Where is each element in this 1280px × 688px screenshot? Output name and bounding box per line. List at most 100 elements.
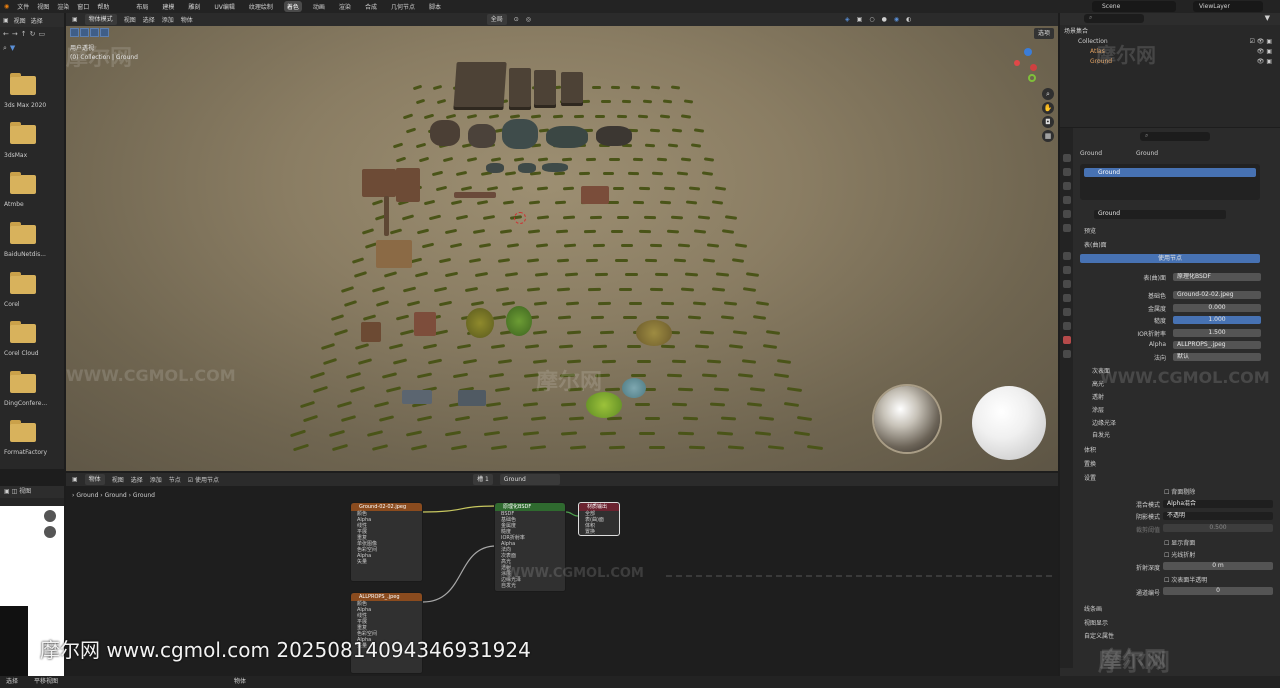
- subsurface-translucency-checkbox[interactable]: ☐ 次表面半透明: [1164, 575, 1207, 584]
- visibility-eye-icon[interactable]: 👁 ▣: [1257, 48, 1272, 55]
- visibility-eye-icon[interactable]: 👁 ▣: [1257, 58, 1272, 65]
- tab-geometry-nodes[interactable]: 几何节点: [388, 1, 418, 12]
- show-backface-checkbox[interactable]: ☐ 显示背面: [1164, 538, 1195, 547]
- refresh-icon[interactable]: ↻: [30, 30, 36, 38]
- properties-search[interactable]: ⌕: [1140, 132, 1210, 141]
- rock[interactable]: [502, 119, 538, 149]
- rock[interactable]: [518, 163, 536, 173]
- use-nodes-checkbox[interactable]: ☑ 使用节点: [188, 475, 219, 484]
- tab-scripting[interactable]: 脚本: [426, 1, 444, 12]
- tab-sculpt[interactable]: 雕刻: [185, 1, 203, 12]
- wooden-hut[interactable]: [414, 312, 436, 336]
- wooden-fence[interactable]: [454, 192, 496, 198]
- folder-icon[interactable]: [10, 371, 36, 393]
- options-dropdown[interactable]: 选项: [1033, 28, 1054, 39]
- folder-icon[interactable]: [10, 73, 36, 95]
- vp-menu-select[interactable]: 选择: [143, 15, 155, 24]
- metallic-field[interactable]: 0.000: [1173, 304, 1261, 312]
- wooden-hut[interactable]: [362, 169, 396, 197]
- shading-rendered-icon[interactable]: ◐: [906, 16, 911, 23]
- material-tab-icon[interactable]: [1063, 336, 1071, 344]
- visibility-eye-icon[interactable]: ☑ 👁 ▣: [1250, 38, 1272, 45]
- render-tab-icon[interactable]: [1063, 168, 1071, 176]
- tab-modeling[interactable]: 建模: [159, 1, 177, 12]
- folder-label[interactable]: BaiduNetdis...: [0, 251, 64, 258]
- folder-icon[interactable]: [10, 272, 36, 294]
- physics-tab-icon[interactable]: [1063, 294, 1071, 302]
- modifier-tab-icon[interactable]: [1063, 266, 1071, 274]
- tab-animation[interactable]: 动画: [310, 1, 328, 12]
- 3d-cursor[interactable]: [514, 212, 526, 224]
- gizmo-x-axis[interactable]: [1030, 64, 1037, 71]
- fb-menu-view[interactable]: 视图: [14, 16, 26, 25]
- node-mode-dropdown[interactable]: 物体: [84, 474, 105, 485]
- rock-pillar[interactable]: [561, 72, 583, 106]
- shading-solid-icon[interactable]: ●: [882, 16, 887, 23]
- section-preview[interactable]: 预览: [1084, 226, 1096, 235]
- select-intersect-icon[interactable]: [100, 28, 109, 37]
- basecolor-field[interactable]: Ground-02-02.jpeg: [1173, 291, 1261, 299]
- menu-window[interactable]: 窗口: [77, 2, 89, 11]
- ne-menu-select[interactable]: 选择: [131, 475, 143, 484]
- section-surface[interactable]: 表(曲)面: [1084, 240, 1107, 249]
- blender-logo-icon[interactable]: ◉: [4, 3, 9, 10]
- tab-layout[interactable]: 布局: [133, 1, 151, 12]
- backface-culling-checkbox[interactable]: ☐ 背面剔除: [1164, 487, 1195, 496]
- material-dropdown[interactable]: Ground: [499, 474, 560, 485]
- wooden-hut[interactable]: [396, 168, 420, 202]
- surface-field[interactable]: 原理化BSDF: [1173, 273, 1261, 281]
- filter-icon[interactable]: ▼: [1265, 14, 1270, 22]
- ior-field[interactable]: 1.500: [1173, 329, 1261, 337]
- folder-label[interactable]: Corel Cloud: [0, 350, 64, 357]
- navigation-gizmo[interactable]: [1014, 48, 1044, 96]
- output-tab-icon[interactable]: [1063, 182, 1071, 190]
- rock-pillar[interactable]: [534, 70, 556, 108]
- folder-icon[interactable]: [10, 420, 36, 442]
- data-tab-icon[interactable]: [1063, 322, 1071, 330]
- proportional-edit-icon[interactable]: ◎: [526, 16, 531, 23]
- filter-icon[interactable]: ▼: [10, 44, 15, 52]
- shading-material-icon[interactable]: ◉: [894, 16, 899, 23]
- select-extend-icon[interactable]: [80, 28, 89, 37]
- ne-menu-node[interactable]: 节点: [169, 475, 181, 484]
- tab-texture-paint[interactable]: 纹理绘制: [246, 1, 276, 12]
- wooden-crate[interactable]: [361, 322, 381, 342]
- snap-icon[interactable]: ⊙: [514, 16, 519, 23]
- scene-selector[interactable]: Scene: [1092, 1, 1176, 12]
- outliner-search-field[interactable]: ⌕: [1084, 14, 1144, 23]
- wooden-post[interactable]: [384, 196, 389, 236]
- shadow-mode-dropdown[interactable]: 不透明: [1163, 512, 1273, 520]
- bush[interactable]: [466, 308, 494, 338]
- section-volume[interactable]: 体积: [1084, 445, 1096, 454]
- alpha-field[interactable]: ALLPROPS_.jpeg: [1173, 341, 1261, 349]
- back-arrow-icon[interactable]: ←: [3, 30, 9, 38]
- editor-type-icon[interactable]: ▣: [3, 17, 9, 24]
- tab-compositing[interactable]: 合成: [362, 1, 380, 12]
- bush[interactable]: [506, 306, 532, 336]
- node-socket-row[interactable]: 自发光: [495, 583, 565, 589]
- vp-menu-object[interactable]: 物体: [181, 15, 193, 24]
- xray-icon[interactable]: ▣: [857, 16, 863, 23]
- folder-icon[interactable]: [10, 122, 36, 144]
- vp-menu-view[interactable]: 视图: [124, 15, 136, 24]
- transform-orientation-dropdown[interactable]: 全局: [486, 14, 507, 25]
- wooden-fence[interactable]: [581, 186, 609, 204]
- rock[interactable]: [546, 126, 588, 148]
- object-tab-icon[interactable]: [1063, 252, 1071, 260]
- overlay-icon[interactable]: ◈: [845, 16, 850, 23]
- wooden-cart[interactable]: [376, 240, 412, 268]
- image-texture-node-1[interactable]: Ground-02-02.jpeg 颜色 Alpha 线性 平展 重复 单张图像 色彩空间 A…: [350, 502, 423, 582]
- particles-tab-icon[interactable]: [1063, 280, 1071, 288]
- tab-uv[interactable]: UV编辑: [211, 1, 238, 12]
- search-icon[interactable]: ⌕: [3, 44, 7, 53]
- plant[interactable]: [622, 378, 646, 398]
- use-nodes-button[interactable]: 使用节点: [1080, 254, 1260, 263]
- material-slot-list[interactable]: Ground: [1080, 164, 1260, 200]
- editor-type-icon[interactable]: ▣: [72, 16, 78, 23]
- texture-tab-icon[interactable]: [1063, 350, 1071, 358]
- 3d-viewport[interactable]: 用户透视 (0) Collection | Ground 选项 ⌕ ✋ ◘ ▦ …: [66, 26, 1058, 471]
- plant[interactable]: [636, 320, 672, 346]
- rock-pillar[interactable]: [509, 68, 531, 110]
- menu-view[interactable]: 视图: [37, 2, 49, 11]
- section-line-art[interactable]: 线条画: [1084, 604, 1102, 613]
